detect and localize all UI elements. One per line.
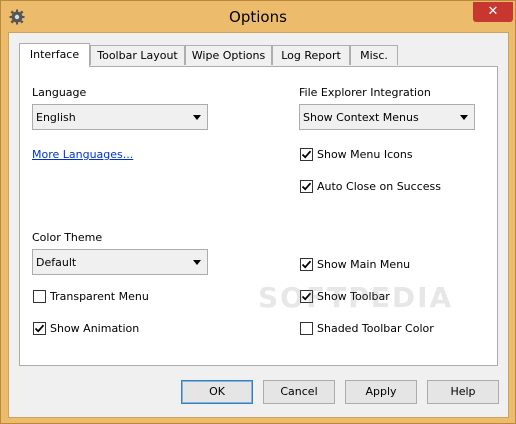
color-theme-label: Color Theme — [32, 231, 103, 244]
options-window: Options ✕ Interface Toolbar Layout Wipe … — [0, 0, 516, 424]
chevron-down-icon — [193, 260, 201, 265]
show-menu-icons-checkbox[interactable] — [300, 148, 313, 161]
dialog-client-area: Interface Toolbar Layout Wipe Options Lo… — [8, 32, 509, 418]
tab-misc[interactable]: Misc. — [350, 45, 398, 65]
tab-toolbar-layout[interactable]: Toolbar Layout — [90, 45, 185, 65]
show-animation-label: Show Animation — [50, 322, 140, 335]
auto-close-checkbox[interactable] — [300, 180, 313, 193]
show-main-menu-checkbox[interactable] — [300, 258, 313, 271]
cancel-button[interactable]: Cancel — [263, 380, 335, 404]
auto-close-label: Auto Close on Success — [317, 180, 441, 193]
transparent-menu-checkbox[interactable] — [33, 290, 46, 303]
interface-panel: Language English More Languages... Color… — [19, 66, 498, 366]
transparent-menu-label: Transparent Menu — [50, 290, 149, 303]
help-button[interactable]: Help — [427, 380, 499, 404]
language-label: Language — [32, 86, 87, 99]
explorer-integration-label: File Explorer Integration — [299, 86, 431, 99]
ok-button[interactable]: OK — [181, 380, 253, 404]
watermark: SOFTPEDIA — [258, 281, 454, 314]
explorer-integration-value: Show Context Menus — [303, 111, 419, 124]
show-menu-icons-label: Show Menu Icons — [317, 148, 413, 161]
shaded-toolbar-label: Shaded Toolbar Color — [317, 322, 434, 335]
color-theme-value: Default — [36, 256, 77, 269]
checkmark-icon — [301, 150, 312, 159]
tab-wipe-options[interactable]: Wipe Options — [185, 45, 272, 65]
explorer-integration-dropdown[interactable]: Show Context Menus — [299, 104, 475, 130]
checkmark-icon — [301, 260, 312, 269]
language-dropdown[interactable]: English — [32, 104, 208, 130]
close-icon: ✕ — [487, 4, 499, 19]
window-title: Options — [229, 8, 287, 26]
chevron-down-icon — [193, 115, 201, 120]
apply-button[interactable]: Apply — [345, 380, 417, 404]
tab-log-report[interactable]: Log Report — [272, 45, 350, 65]
checkmark-icon — [34, 324, 45, 333]
shaded-toolbar-checkbox[interactable] — [300, 322, 313, 335]
close-button[interactable]: ✕ — [473, 2, 513, 22]
checkmark-icon — [301, 182, 312, 191]
show-main-menu-label: Show Main Menu — [317, 258, 411, 271]
show-animation-checkbox[interactable] — [33, 322, 46, 335]
language-value: English — [36, 111, 76, 124]
more-languages-link[interactable]: More Languages... — [32, 148, 133, 161]
chevron-down-icon — [460, 115, 468, 120]
title-bar[interactable]: Options ✕ — [1, 1, 515, 33]
color-theme-dropdown[interactable]: Default — [32, 249, 208, 275]
tab-interface[interactable]: Interface — [19, 43, 90, 67]
